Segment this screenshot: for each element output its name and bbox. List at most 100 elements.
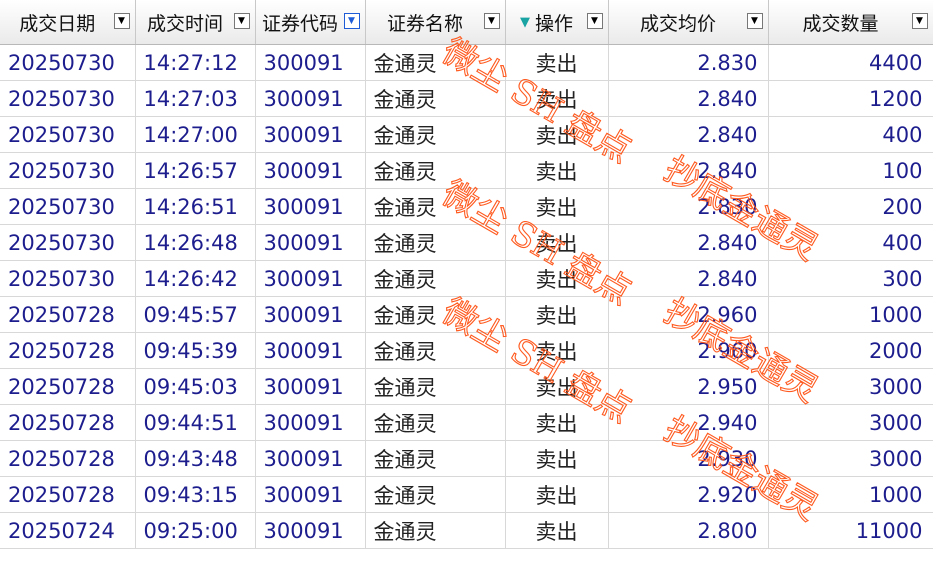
cell-operation: 卖出	[505, 80, 609, 117]
cell-avg-price: 2.960	[608, 332, 769, 369]
cell-time: 14:27:12	[135, 44, 256, 81]
cell-operation: 卖出	[505, 224, 609, 261]
cell-name: 金通灵	[365, 44, 506, 81]
dropdown-arrow-icon[interactable]: ▼	[113, 13, 130, 29]
table-row[interactable]: 20250730 14:26:48 300091 金通灵 卖出 2.840 400	[0, 224, 933, 261]
dropdown-arrow-icon[interactable]: ▼	[233, 13, 250, 29]
cell-code: 300091	[255, 80, 366, 117]
trade-history-table: 成交日期 ▼ 成交时间 ▼ 证券代码 ▼ 证券名称 ▼ ▼ 操作 ▼ 成交均价 …	[0, 0, 933, 549]
column-header-label: 成交均价	[639, 12, 716, 35]
cell-quantity: 11000	[768, 512, 933, 549]
cell-time: 09:43:15	[135, 476, 256, 513]
cell-code: 300091	[255, 440, 366, 477]
cell-date: 20250730	[0, 152, 136, 189]
cell-avg-price: 2.840	[608, 80, 769, 117]
cell-operation: 卖出	[505, 296, 609, 333]
table-row[interactable]: 20250724 09:25:00 300091 金通灵 卖出 2.800 11000	[0, 512, 933, 549]
table-row[interactable]: 20250730 14:26:42 300091 金通灵 卖出 2.840 300	[0, 260, 933, 297]
cell-quantity: 2000	[768, 332, 933, 369]
column-header-label-group: ▼ 操作	[510, 0, 584, 44]
cell-operation: 卖出	[505, 440, 609, 477]
cell-quantity: 3000	[768, 368, 933, 405]
table-row[interactable]: 20250730 14:27:00 300091 金通灵 卖出 2.840 400	[0, 116, 933, 153]
cell-name: 金通灵	[365, 512, 506, 549]
column-header-avg-price[interactable]: 成交均价 ▼	[608, 0, 769, 45]
table-row[interactable]: 20250730 14:27:03 300091 金通灵 卖出 2.840 1200	[0, 80, 933, 117]
header-row: 成交日期 ▼ 成交时间 ▼ 证券代码 ▼ 证券名称 ▼ ▼ 操作 ▼ 成交均价 …	[0, 0, 933, 45]
cell-avg-price: 2.930	[608, 440, 769, 477]
cell-date: 20250730	[0, 188, 136, 225]
cell-code: 300091	[255, 296, 366, 333]
cell-name: 金通灵	[365, 152, 506, 189]
filter-active-icon: ▼	[519, 14, 530, 30]
cell-quantity: 400	[768, 116, 933, 153]
cell-time: 14:26:57	[135, 152, 256, 189]
cell-code: 300091	[255, 224, 366, 261]
cell-date: 20250730	[0, 260, 136, 297]
column-header-label: 成交时间	[146, 12, 223, 35]
dropdown-arrow-icon[interactable]: ▼	[343, 13, 360, 29]
cell-name: 金通灵	[365, 80, 506, 117]
column-header-label: 成交数量	[802, 12, 879, 35]
table-row[interactable]: 20250730 14:27:12 300091 金通灵 卖出 2.830 4400	[0, 44, 933, 81]
column-header-date[interactable]: 成交日期 ▼	[0, 0, 136, 45]
table-row[interactable]: 20250730 14:26:51 300091 金通灵 卖出 2.830 200	[0, 188, 933, 225]
dropdown-arrow-icon[interactable]: ▼	[586, 13, 603, 29]
cell-operation: 卖出	[505, 116, 609, 153]
dropdown-arrow-icon[interactable]: ▼	[483, 13, 500, 29]
table-row[interactable]: 20250728 09:44:51 300091 金通灵 卖出 2.940 3000	[0, 404, 933, 441]
cell-date: 20250728	[0, 332, 136, 369]
cell-quantity: 3000	[768, 404, 933, 441]
cell-avg-price: 2.920	[608, 476, 769, 513]
table-row[interactable]: 20250728 09:43:48 300091 金通灵 卖出 2.930 3000	[0, 440, 933, 477]
table-row[interactable]: 20250728 09:45:39 300091 金通灵 卖出 2.960 2000	[0, 332, 933, 369]
cell-date: 20250730	[0, 116, 136, 153]
cell-avg-price: 2.830	[608, 44, 769, 81]
cell-time: 09:45:57	[135, 296, 256, 333]
cell-operation: 卖出	[505, 260, 609, 297]
cell-time: 09:43:48	[135, 440, 256, 477]
cell-time: 09:25:00	[135, 512, 256, 549]
cell-date: 20250730	[0, 80, 136, 117]
cell-time: 09:44:51	[135, 404, 256, 441]
column-header-code[interactable]: 证券代码 ▼	[255, 0, 366, 45]
column-header-label: 成交日期	[19, 12, 96, 35]
dropdown-arrow-icon[interactable]: ▼	[911, 13, 928, 29]
cell-name: 金通灵	[365, 440, 506, 477]
cell-quantity: 1000	[768, 296, 933, 333]
cell-date: 20250730	[0, 224, 136, 261]
table-row[interactable]: 20250728 09:43:15 300091 金通灵 卖出 2.920 1000	[0, 476, 933, 513]
cell-time: 14:26:51	[135, 188, 256, 225]
table-row[interactable]: 20250730 14:26:57 300091 金通灵 卖出 2.840 100	[0, 152, 933, 189]
cell-time: 14:27:03	[135, 80, 256, 117]
table-body: 20250730 14:27:12 300091 金通灵 卖出 2.830 4400 2025…	[0, 44, 933, 549]
column-header-operation[interactable]: ▼ 操作 ▼	[505, 0, 609, 45]
dropdown-arrow-icon[interactable]: ▼	[746, 13, 763, 29]
cell-avg-price: 2.840	[608, 224, 769, 261]
cell-name: 金通灵	[365, 368, 506, 405]
cell-name: 金通灵	[365, 188, 506, 225]
cell-operation: 卖出	[505, 188, 609, 225]
table-row[interactable]: 20250728 09:45:03 300091 金通灵 卖出 2.950 3000	[0, 368, 933, 405]
cell-date: 20250728	[0, 476, 136, 513]
cell-date: 20250728	[0, 440, 136, 477]
cell-avg-price: 2.800	[608, 512, 769, 549]
cell-date: 20250724	[0, 512, 136, 549]
cell-name: 金通灵	[365, 224, 506, 261]
cell-avg-price: 2.940	[608, 404, 769, 441]
column-header-time[interactable]: 成交时间 ▼	[135, 0, 256, 45]
cell-code: 300091	[255, 332, 366, 369]
column-header-name[interactable]: 证券名称 ▼	[365, 0, 506, 45]
column-header-label: 操作	[534, 12, 573, 35]
cell-code: 300091	[255, 368, 366, 405]
cell-operation: 卖出	[505, 368, 609, 405]
cell-code: 300091	[255, 512, 366, 549]
column-header-label: 证券代码	[261, 12, 338, 35]
cell-operation: 卖出	[505, 44, 609, 81]
cell-quantity: 4400	[768, 44, 933, 81]
cell-name: 金通灵	[365, 332, 506, 369]
table-row[interactable]: 20250728 09:45:57 300091 金通灵 卖出 2.960 1000	[0, 296, 933, 333]
cell-date: 20250728	[0, 404, 136, 441]
cell-avg-price: 2.830	[608, 188, 769, 225]
column-header-quantity[interactable]: 成交数量 ▼	[768, 0, 933, 45]
